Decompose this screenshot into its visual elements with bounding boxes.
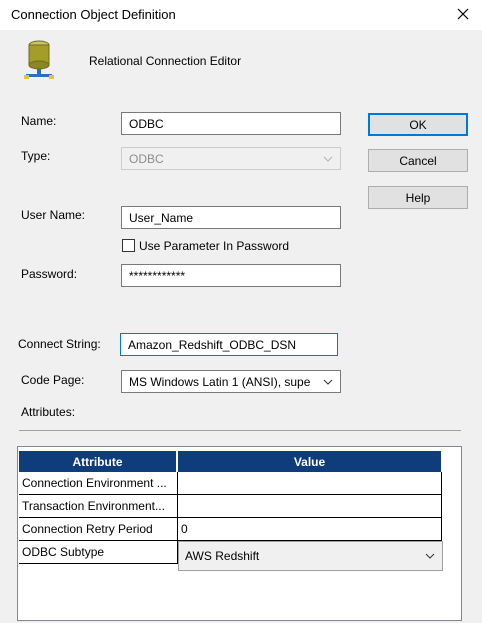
- cancel-button[interactable]: Cancel: [368, 149, 468, 172]
- type-select[interactable]: ODBC: [121, 147, 341, 170]
- ok-button[interactable]: OK: [368, 113, 468, 136]
- code-page-select[interactable]: MS Windows Latin 1 (ANSI), supe: [121, 370, 341, 393]
- name-label: Name:: [21, 114, 57, 128]
- user-name-value: User_Name: [129, 210, 194, 225]
- value-column-header[interactable]: Value: [178, 451, 442, 472]
- attribute-cell[interactable]: ODBC Subtype: [19, 541, 178, 564]
- password-value: ************: [129, 268, 186, 283]
- attributes-grid[interactable]: Attribute Value Connection Environment .…: [17, 446, 462, 621]
- attribute-cell[interactable]: Transaction Environment...: [19, 495, 178, 518]
- database-icon: [22, 39, 56, 81]
- close-button[interactable]: [452, 3, 474, 25]
- user-name-label: User Name:: [21, 208, 86, 222]
- use-parameter-label: Use Parameter In Password: [139, 239, 290, 253]
- type-label: Type:: [21, 149, 51, 163]
- use-parameter-checkbox[interactable]: [122, 239, 135, 252]
- value-cell[interactable]: [178, 472, 442, 495]
- close-icon: [457, 8, 469, 20]
- name-value: ODBC: [129, 116, 164, 131]
- attribute-column-header[interactable]: Attribute: [19, 451, 177, 472]
- code-page-value: MS Windows Latin 1 (ANSI), supe: [129, 374, 311, 389]
- connect-string-input[interactable]: Amazon_Redshift_ODBC_DSN: [120, 333, 338, 356]
- chevron-down-icon: [323, 148, 333, 169]
- password-input[interactable]: ************: [121, 264, 341, 287]
- separator: [19, 430, 461, 431]
- type-value: ODBC: [129, 151, 164, 166]
- name-input[interactable]: ODBC: [121, 112, 341, 135]
- odbc-subtype-value: AWS Redshift: [185, 549, 260, 563]
- attribute-cell[interactable]: Connection Environment ...: [19, 472, 178, 495]
- odbc-subtype-select[interactable]: AWS Redshift: [178, 541, 443, 571]
- value-cell[interactable]: 0: [178, 518, 442, 541]
- attributes-label: Attributes:: [21, 405, 76, 419]
- chevron-down-icon: [323, 371, 333, 392]
- title-bar: Connection Object Definition: [0, 0, 482, 30]
- window-title: Connection Object Definition: [11, 7, 176, 22]
- connect-string-value: Amazon_Redshift_ODBC_DSN: [128, 337, 297, 352]
- attribute-cell[interactable]: Connection Retry Period: [19, 518, 178, 541]
- password-label: Password:: [21, 267, 78, 281]
- user-name-input[interactable]: User_Name: [121, 206, 341, 229]
- chevron-down-icon: [425, 542, 435, 570]
- code-page-label: Code Page:: [21, 373, 85, 387]
- editor-label: Relational Connection Editor: [89, 54, 242, 68]
- value-cell[interactable]: [178, 495, 442, 518]
- connect-string-label: Connect String:: [18, 337, 101, 351]
- help-button[interactable]: Help: [368, 186, 468, 209]
